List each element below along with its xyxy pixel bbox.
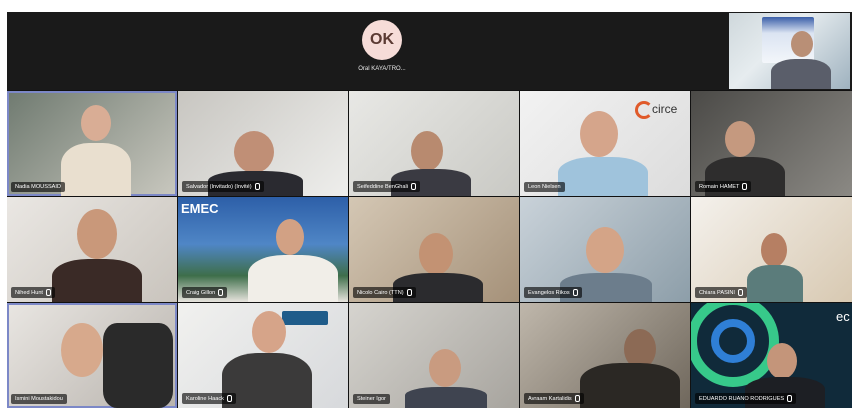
video-tile[interactable]: Chiara PASINI: [691, 197, 852, 302]
mic-icon: [574, 395, 580, 402]
participant-body: [747, 265, 803, 302]
participant-name-tag: Avraam Kartalidis: [524, 393, 584, 404]
video-tile[interactable]: Karoline Haack: [178, 303, 348, 408]
video-tile[interactable]: ec EDUARDO RUANO RODRIGUES: [691, 303, 852, 408]
spiral-inner-icon: [711, 319, 755, 363]
participant-name: Romain HAMET: [699, 183, 740, 190]
participant-avatar-tile[interactable]: OK Oral KAYA/TRO...: [337, 20, 427, 82]
participant-name-tag: Salvador (Invitado) (Invité): [182, 181, 264, 192]
video-tile[interactable]: Salvador (Invitado) (Invité): [178, 91, 348, 196]
video-tile[interactable]: Ismini Moustakidou: [7, 303, 177, 408]
participant-head: [580, 111, 618, 157]
participant-name-tag: Steiner Igor: [353, 394, 390, 404]
mic-icon: [737, 289, 743, 296]
participant-name-tag: Seifeddine BenGhali: [353, 181, 421, 192]
mic-icon: [226, 395, 232, 402]
participant-head: [276, 219, 304, 255]
participant-head: [61, 323, 103, 377]
participant-name: Nicolo Cairo (TTN): [357, 289, 404, 296]
video-tile[interactable]: Seifeddine BenGhali: [349, 91, 519, 196]
emec-brand: EMEC: [181, 201, 219, 216]
participant-body: [103, 323, 173, 408]
participant-name: Seifeddine BenGhali: [357, 183, 409, 190]
participant-name: Avraam Kartalidis: [528, 395, 572, 402]
video-tile[interactable]: Nihed Hunt: [7, 197, 177, 302]
participant-name: Nadia MOUSSAID: [15, 184, 62, 190]
video-tile[interactable]: EMEC Craig Gillon: [178, 197, 348, 302]
video-tile[interactable]: Evangelos Rikos: [520, 197, 690, 302]
banner-logo-icon: [282, 311, 328, 325]
participant-grid: Nadia MOUSSAID Salvador (Invitado) (Invi…: [7, 91, 852, 408]
participant-body: [405, 387, 487, 408]
video-tile[interactable]: Avraam Kartalidis: [520, 303, 690, 408]
participant-name: Steiner Igor: [357, 396, 386, 402]
mic-icon: [406, 289, 412, 296]
participant-name-tag: Nicolo Cairo (TTN): [353, 287, 416, 298]
video-tile[interactable]: Nadia MOUSSAID: [7, 91, 177, 196]
participant-name: Evangelos Rikos: [528, 289, 570, 296]
avatar: OK: [362, 20, 402, 60]
participant-head: [419, 233, 453, 275]
circe-brand: circe: [652, 102, 678, 116]
participant-name-tag: EDUARDO RUANO RODRIGUES: [695, 393, 797, 404]
mic-icon: [787, 395, 793, 402]
participant-name: Chiara PASINI: [699, 289, 735, 296]
participant-name: EDUARDO RUANO RODRIGUES: [699, 395, 785, 402]
top-strip: OK Oral KAYA/TRO...: [7, 12, 852, 90]
video-call-window: OK Oral KAYA/TRO... Nadia MOUSSAID Salva…: [7, 12, 852, 408]
participant-head: [411, 131, 443, 171]
circe-logo-icon: [635, 101, 653, 119]
participant-head: [252, 311, 286, 353]
participant-head: [429, 349, 461, 387]
participant-name-tag: Karoline Haack: [182, 393, 236, 404]
participant-name: Nihed Hunt: [15, 289, 43, 296]
participant-name-tag: Leon Nielsen: [524, 182, 565, 192]
participant-head: [586, 227, 624, 273]
mic-icon: [254, 183, 260, 190]
participant-name-tag: Ismini Moustakidou: [11, 394, 67, 404]
participant-body: [52, 259, 142, 302]
mic-icon: [218, 289, 224, 296]
participant-name-tag: Nadia MOUSSAID: [11, 182, 66, 192]
participant-head: [234, 131, 274, 173]
participant-head: [791, 31, 813, 57]
mic-icon: [411, 183, 417, 190]
participant-name: Craig Gillon: [186, 289, 216, 296]
participant-name: Karoline Haack: [186, 395, 224, 402]
participant-body: [248, 255, 338, 302]
participant-head: [725, 121, 755, 157]
participant-name: Leon Nielsen: [528, 184, 561, 190]
avatar-name-label: Oral KAYA/TRO...: [358, 66, 406, 72]
video-tile[interactable]: Steiner Igor: [349, 303, 519, 408]
participant-body: [580, 363, 680, 408]
participant-name: Ismini Moustakidou: [15, 396, 63, 402]
ec-brand: ec: [836, 309, 850, 324]
mic-icon: [46, 289, 51, 296]
video-tile[interactable]: Romain HAMET: [691, 91, 852, 196]
participant-head: [761, 233, 787, 267]
participant-body: [558, 157, 648, 196]
participant-name-tag: Craig Gillon: [182, 287, 228, 298]
mic-icon: [572, 289, 578, 296]
video-tile[interactable]: circe Leon Nielsen: [520, 91, 690, 196]
participant-head: [77, 209, 117, 259]
participant-name-tag: Evangelos Rikos: [524, 287, 582, 298]
participant-head: [81, 105, 111, 141]
participant-body: [61, 143, 131, 196]
participant-name-tag: Romain HAMET: [695, 181, 752, 192]
participant-head: [767, 343, 797, 379]
mic-icon: [742, 183, 748, 190]
self-view-video[interactable]: [729, 13, 850, 89]
video-tile[interactable]: Nicolo Cairo (TTN): [349, 197, 519, 302]
participant-body: [771, 59, 831, 89]
participant-name-tag: Nihed Hunt: [11, 287, 55, 298]
participant-name: Salvador (Invitado) (Invité): [186, 183, 252, 190]
participant-name-tag: Chiara PASINI: [695, 287, 747, 298]
